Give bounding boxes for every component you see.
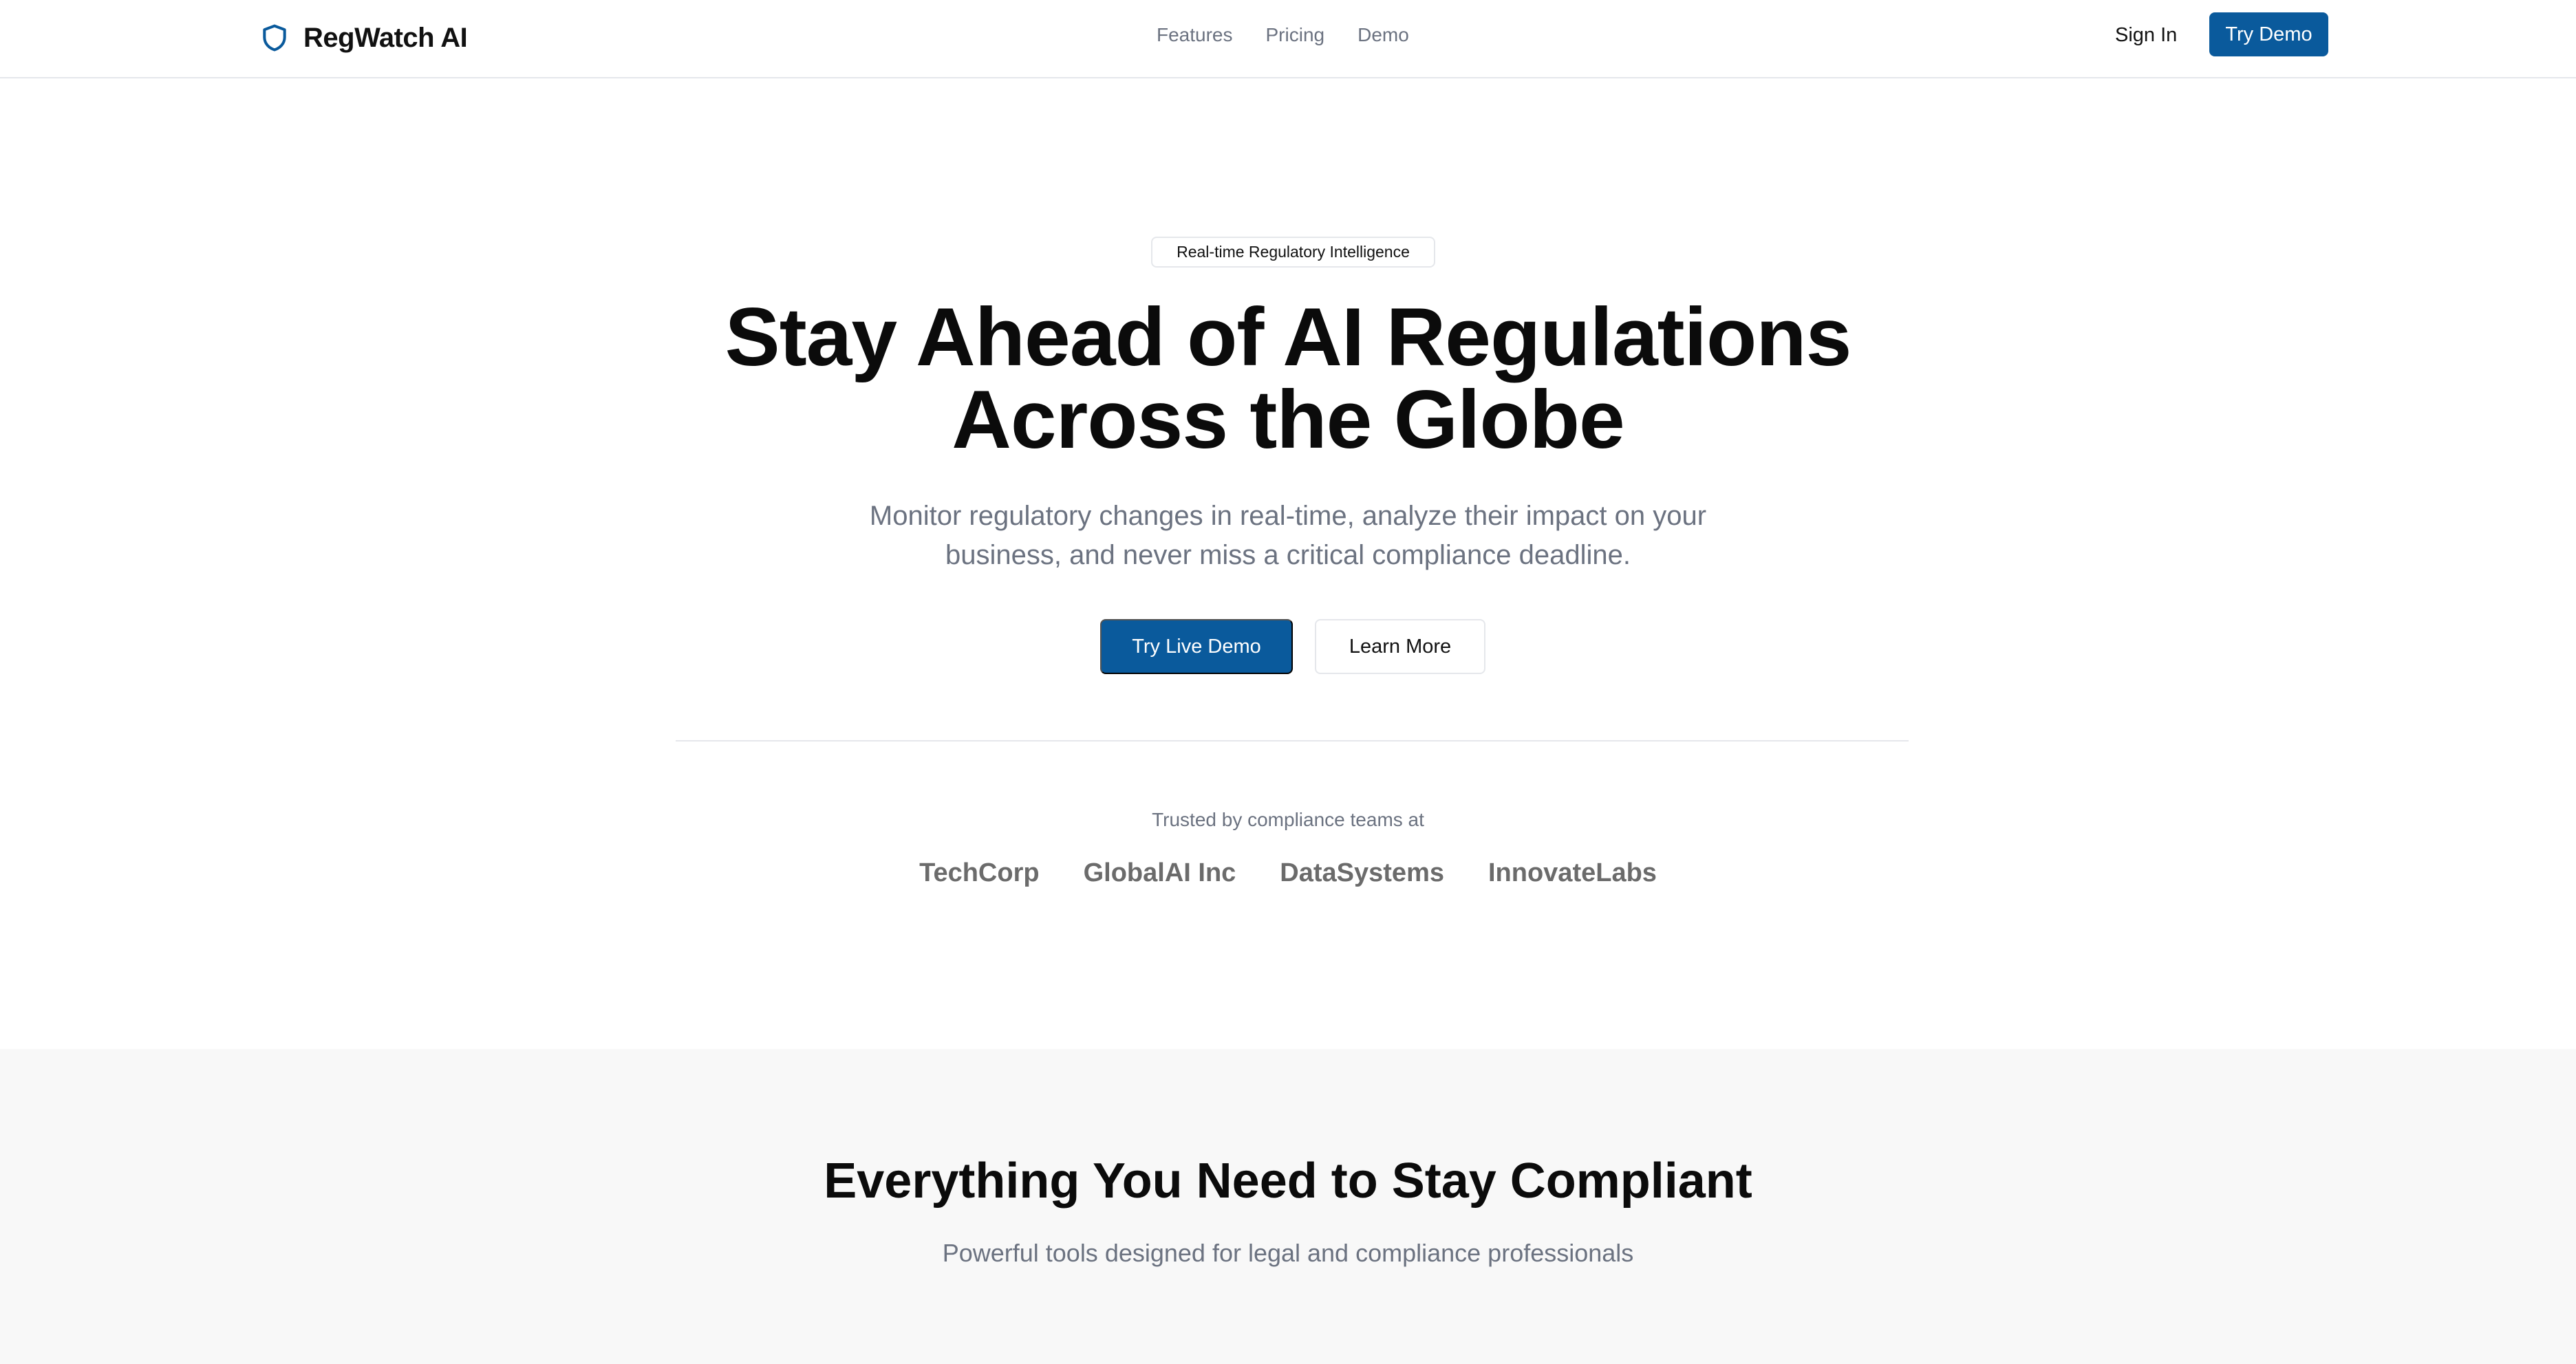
features-subtitle: Powerful tools designed for legal and co…: [942, 1239, 1634, 1267]
hero-title-line-1: Stay Ahead of AI Regulations: [724, 291, 1852, 383]
try-live-demo-button[interactable]: Try Live Demo: [1100, 619, 1293, 674]
hero-title: Stay Ahead of AI Regulations Across the …: [619, 296, 1957, 461]
customer-logos: TechCorp GlobalAI Inc DataSystems Innova…: [894, 858, 1682, 888]
section-divider: [676, 740, 1909, 741]
features-title: Everything You Need to Stay Compliant: [824, 1154, 1752, 1209]
nav-link-pricing[interactable]: Pricing: [1266, 24, 1325, 46]
nav-link-demo[interactable]: Demo: [1357, 24, 1409, 46]
customer-logo-globalai: GlobalAI Inc: [1083, 858, 1236, 887]
sign-in-link[interactable]: Sign In: [2115, 20, 2177, 50]
customer-logo-innovatelabs: InnovateLabs: [1488, 858, 1657, 887]
main-nav: Features Pricing Demo: [1157, 20, 1409, 50]
try-demo-button[interactable]: Try Demo: [2209, 12, 2328, 56]
brand-name: RegWatch AI: [303, 22, 468, 53]
hero-subtitle: Monitor regulatory changes in real-time,…: [819, 497, 1757, 575]
hero-subtitle-line-1: Monitor regulatory changes in real-time,…: [869, 501, 1707, 531]
hero-title-line-2: Across the Globe: [952, 374, 1625, 466]
brand-logo[interactable]: RegWatch AI: [259, 17, 468, 58]
customer-logo-datasystems: DataSystems: [1280, 858, 1444, 887]
hero-subtitle-line-2: business, and never miss a critical comp…: [945, 540, 1631, 570]
features-section: Everything You Need to Stay Compliant Po…: [0, 1049, 2576, 1364]
top-navbar: RegWatch AI Features Pricing Demo Sign I…: [0, 0, 2576, 78]
customer-logo-techcorp: TechCorp: [919, 858, 1040, 887]
nav-link-features[interactable]: Features: [1157, 24, 1233, 46]
shield-icon: [263, 24, 286, 52]
trusted-label: Trusted by compliance teams at: [1152, 809, 1424, 830]
learn-more-button[interactable]: Learn More: [1315, 619, 1485, 674]
hero-badge: Real-time Regulatory Intelligence: [1151, 237, 1435, 268]
